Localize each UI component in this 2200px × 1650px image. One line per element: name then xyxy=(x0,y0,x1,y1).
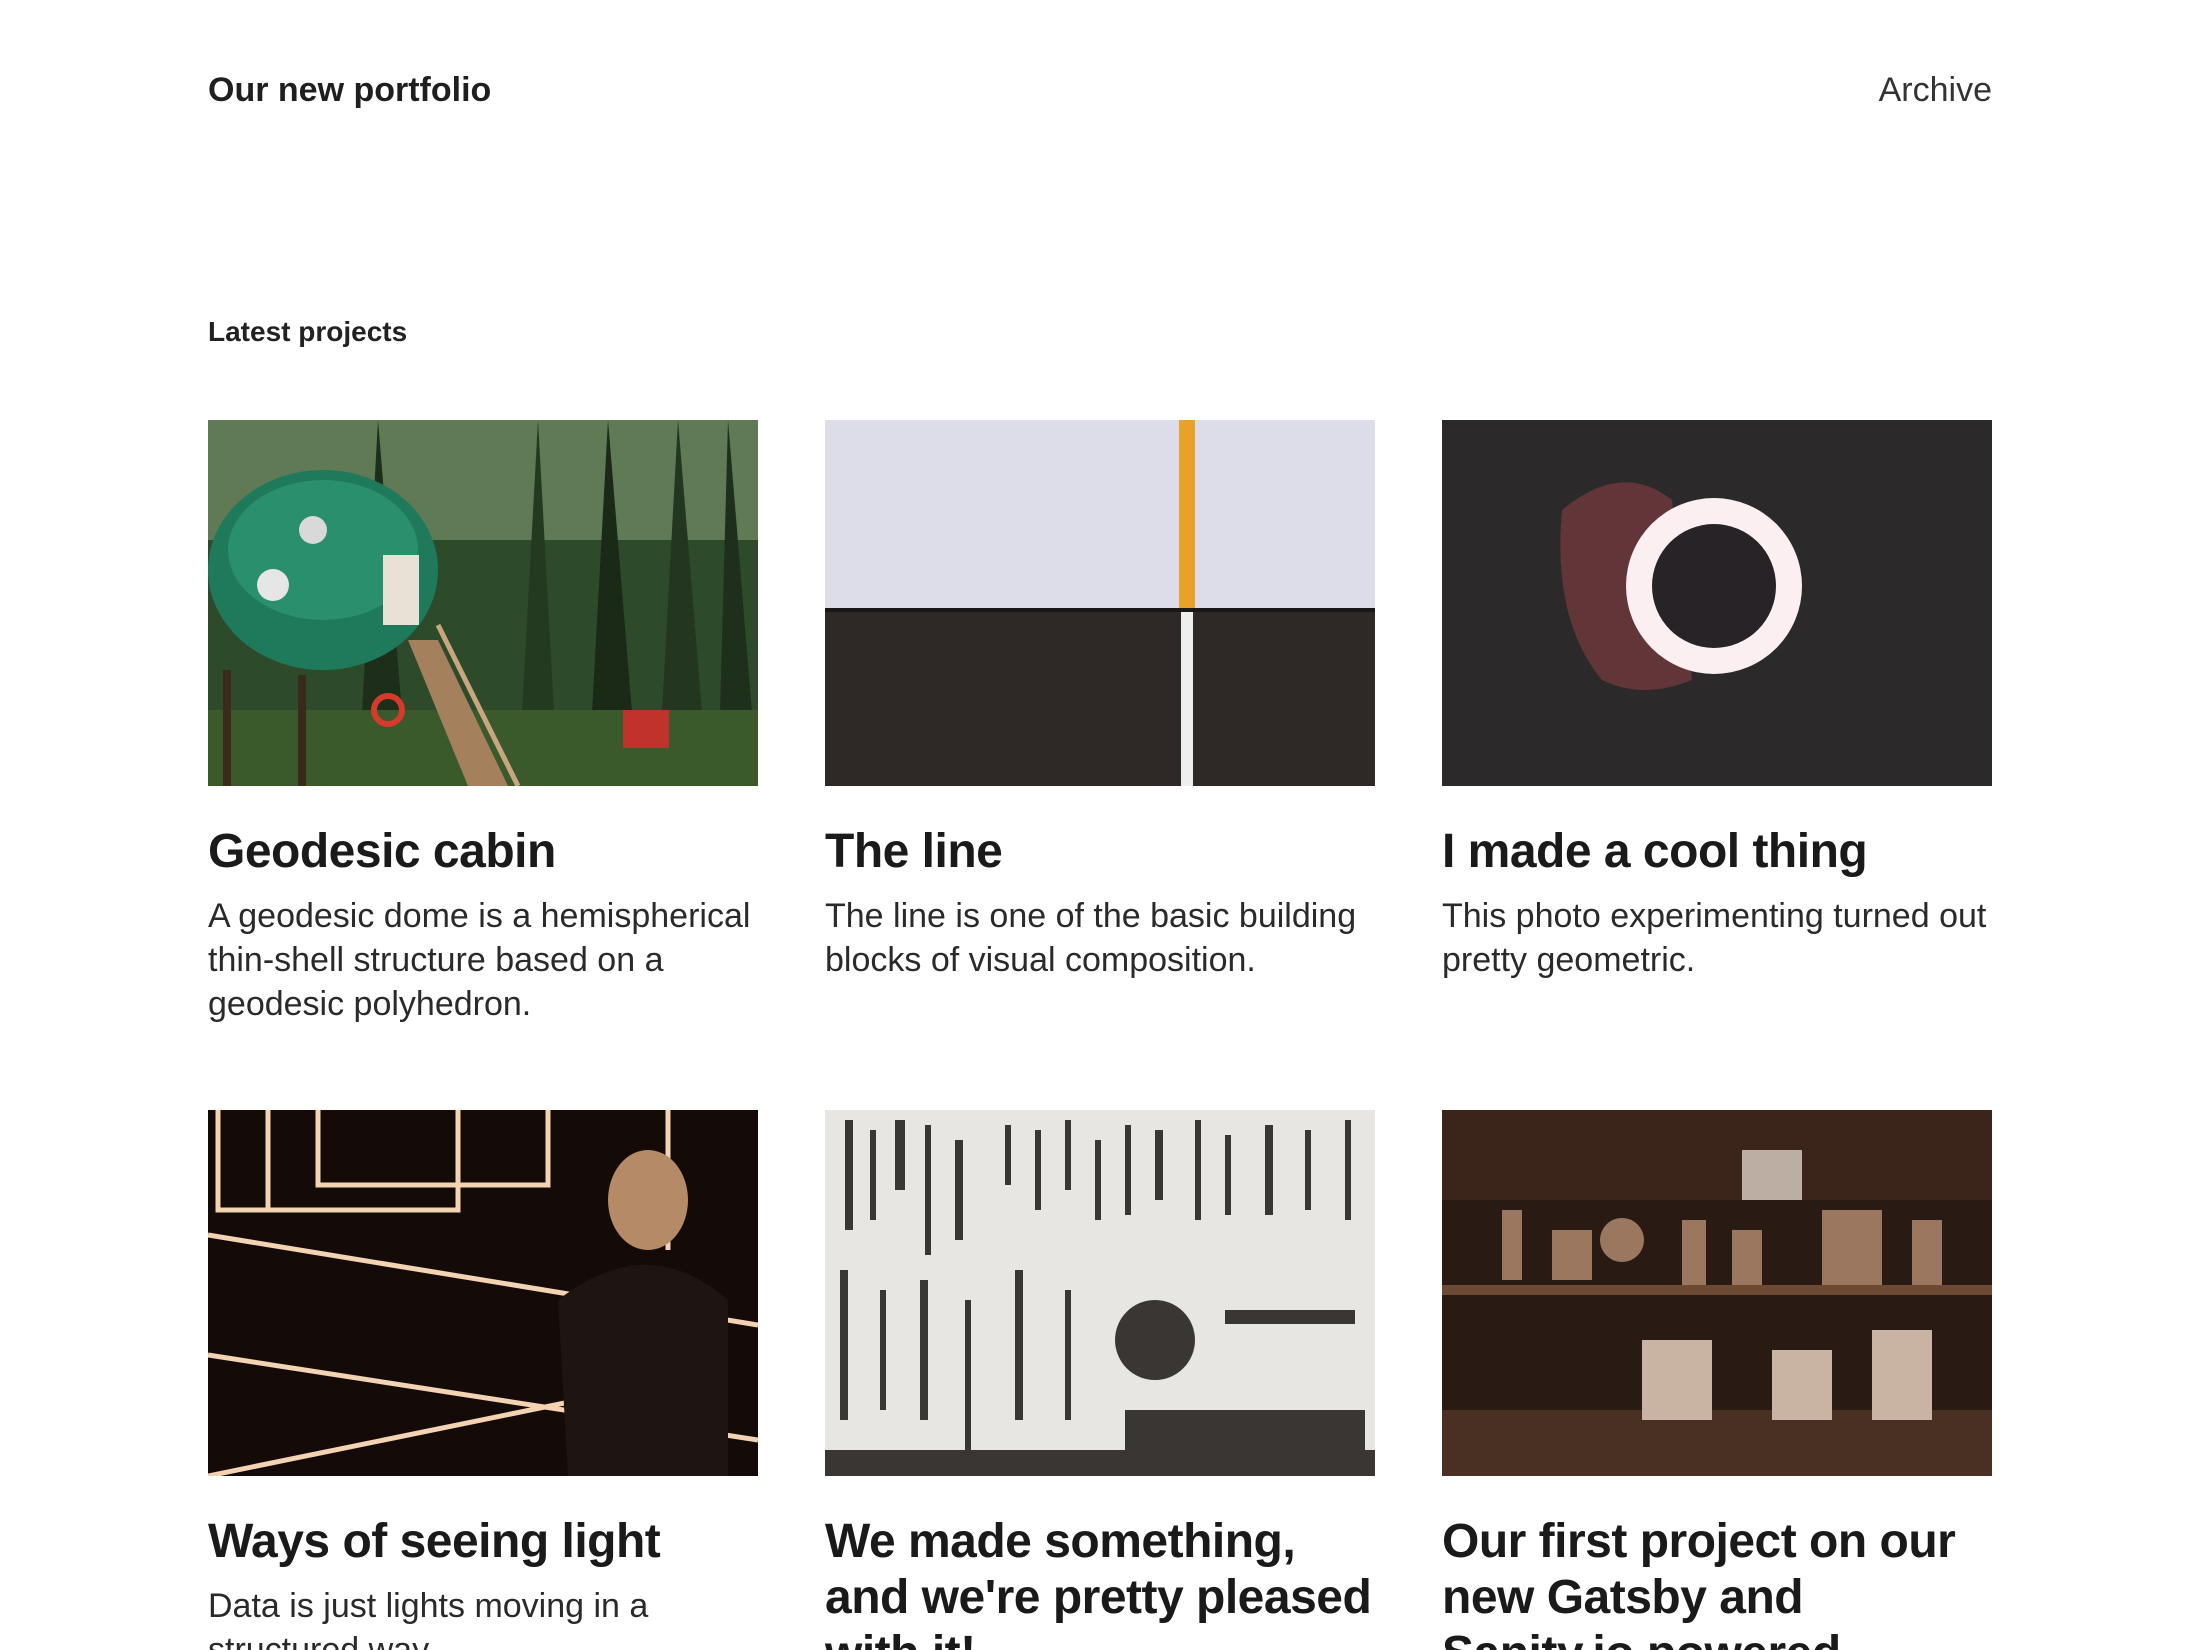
page: Our new portfolio Archive Latest project… xyxy=(0,0,2200,1650)
project-excerpt: Data is just lights moving in a structur… xyxy=(208,1587,649,1650)
project-excerpt: A geodesic dome is a hemispherical thin-… xyxy=(208,897,751,1023)
line-on-wall-image xyxy=(825,420,1375,786)
project-title: We made something, and we're pretty plea… xyxy=(825,1515,1372,1650)
project-thumbnail xyxy=(825,1110,1375,1476)
project-title: The line xyxy=(825,825,1003,878)
project-card-we-made-something[interactable]: We made something, and we're pretty plea… xyxy=(825,1110,1375,1650)
project-card-cool-thing[interactable]: I made a cool thing This photo experimen… xyxy=(1442,420,1992,1110)
tool-wall-image xyxy=(825,1110,1375,1476)
site-title-link[interactable]: Our new portfolio xyxy=(208,71,491,110)
project-card-ways-of-seeing-light[interactable]: Ways of seeing light Data is just lights… xyxy=(208,1110,758,1650)
project-title: Our first project on our new Gatsby and … xyxy=(1442,1515,1956,1650)
project-excerpt: The line is one of the basic building bl… xyxy=(825,897,1357,979)
project-card-the-line[interactable]: The line The line is one of the basic bu… xyxy=(825,420,1375,1110)
project-thumbnail xyxy=(208,1110,758,1476)
project-card-geodesic-cabin[interactable]: Geodesic cabin A geodesic dome is a hemi… xyxy=(208,420,758,1110)
project-thumbnail xyxy=(208,420,758,786)
project-thumbnail xyxy=(825,420,1375,786)
section-heading: Latest projects xyxy=(208,316,408,347)
project-excerpt: This photo experimenting turned out pret… xyxy=(1442,897,1987,979)
project-title: I made a cool thing xyxy=(1442,825,1868,878)
project-thumbnail xyxy=(1442,420,1992,786)
project-thumbnail xyxy=(1442,1110,1992,1476)
site-header: Our new portfolio Archive xyxy=(208,64,1992,116)
neon-light-room-image xyxy=(208,1110,758,1476)
project-title: Geodesic cabin xyxy=(208,825,556,878)
nav-link-archive[interactable]: Archive xyxy=(1879,71,1992,110)
vintage-shop-image xyxy=(1442,1110,1992,1476)
ring-light-image xyxy=(1442,420,1992,786)
project-title: Ways of seeing light xyxy=(208,1515,661,1568)
project-grid: Geodesic cabin A geodesic dome is a hemi… xyxy=(208,420,1992,1650)
geodesic-dome-cabin-image xyxy=(208,420,758,786)
project-card-first-project[interactable]: Our first project on our new Gatsby and … xyxy=(1442,1110,1992,1650)
